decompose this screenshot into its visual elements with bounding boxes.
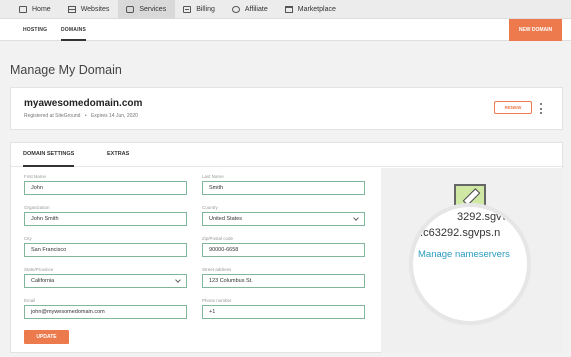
country-select[interactable]: United States bbox=[202, 212, 365, 226]
chevron-down-icon bbox=[175, 277, 181, 283]
nav-item-affiliate[interactable]: Affiliate bbox=[224, 0, 277, 19]
city-label: City bbox=[24, 236, 32, 241]
organization-field[interactable]: John Smith bbox=[24, 212, 187, 226]
domain-meta: Registered at SiteGround • Expires 14 Ju… bbox=[24, 113, 138, 119]
nav-item-label: Marketplace bbox=[297, 5, 336, 13]
nameserver-line-1: 3292.sgv\ bbox=[457, 211, 505, 223]
expiry-text: Expires 14 Jun, 2020 bbox=[90, 113, 138, 119]
update-button[interactable]: UPDATE bbox=[24, 330, 69, 344]
nav-item-label: Services bbox=[139, 5, 167, 13]
city-field[interactable]: San Francisco bbox=[24, 243, 187, 257]
domain-name: myawesomedomain.com bbox=[24, 98, 143, 109]
affiliate-icon bbox=[231, 5, 240, 13]
first-name-field[interactable]: John bbox=[24, 181, 187, 195]
meta-separator: • bbox=[84, 113, 87, 119]
last-name-label: Last Name bbox=[202, 174, 224, 179]
state-select[interactable]: California bbox=[24, 274, 187, 288]
email-field[interactable]: john@mywesomedomain.com bbox=[24, 305, 187, 319]
last-name-field[interactable]: Smith bbox=[202, 181, 365, 195]
phone-label: Phone number bbox=[202, 298, 232, 303]
phone-field[interactable]: +1 bbox=[202, 305, 365, 319]
new-domain-button[interactable]: NEW DOMAIN bbox=[509, 19, 562, 41]
first-name-label: First Name bbox=[24, 174, 47, 179]
magnifier-callout: 3292.sgv\ 2.c63292.sgvps.n Manage namese… bbox=[413, 207, 527, 321]
state-value: California bbox=[31, 278, 55, 284]
zip-field[interactable]: 90000-6658 bbox=[202, 243, 365, 257]
settings-tabbar: DOMAIN SETTINGS EXTRAS bbox=[11, 143, 564, 167]
tab-hosting[interactable]: HOSTING bbox=[23, 19, 47, 41]
nav-item-label: Home bbox=[32, 5, 51, 13]
nav-item-marketplace[interactable]: Marketplace bbox=[277, 0, 345, 19]
more-options-icon[interactable] bbox=[539, 103, 543, 114]
nav-item-label: Affiliate bbox=[244, 5, 268, 13]
top-nav: Home Websites Services Billing Affiliate… bbox=[0, 0, 571, 19]
registrar-text: Registered at SiteGround bbox=[24, 113, 81, 119]
email-label: Email bbox=[24, 298, 36, 303]
billing-icon bbox=[183, 5, 192, 13]
country-value: United States bbox=[209, 216, 243, 222]
services-icon bbox=[126, 5, 135, 13]
state-label: State/Province bbox=[24, 267, 54, 272]
tab-domain-settings[interactable]: DOMAIN SETTINGS bbox=[23, 143, 75, 167]
nav-item-label: Billing bbox=[196, 5, 215, 13]
sub-nav: HOSTING DOMAINS bbox=[0, 19, 571, 41]
nav-item-home[interactable]: Home bbox=[11, 0, 60, 19]
zip-label: Zip/Postal code bbox=[202, 236, 234, 241]
home-icon bbox=[19, 5, 27, 13]
websites-icon bbox=[67, 5, 76, 13]
manage-nameservers-link[interactable]: Manage nameservers bbox=[418, 249, 510, 260]
nav-item-billing[interactable]: Billing bbox=[175, 0, 224, 19]
nav-item-label: Websites bbox=[80, 5, 110, 13]
marketplace-icon bbox=[284, 5, 293, 13]
tab-domains[interactable]: DOMAINS bbox=[61, 19, 87, 41]
street-field[interactable]: 123 Columbus St. bbox=[202, 274, 365, 288]
chevron-down-icon bbox=[353, 215, 359, 221]
tab-extras[interactable]: EXTRAS bbox=[107, 143, 129, 167]
country-label: Country bbox=[202, 205, 218, 210]
renew-button[interactable]: RENEW bbox=[494, 101, 532, 114]
page-title: Manage My Domain bbox=[10, 63, 122, 77]
nav-item-websites[interactable]: Websites bbox=[60, 0, 119, 19]
organization-label: Organization bbox=[24, 205, 50, 210]
street-label: Street address bbox=[202, 267, 232, 272]
nav-item-services[interactable]: Services bbox=[118, 0, 176, 19]
nameserver-line-2: 2.c63292.sgvps.n bbox=[414, 227, 501, 239]
domain-card: myawesomedomain.com Registered at SiteGr… bbox=[10, 87, 563, 130]
